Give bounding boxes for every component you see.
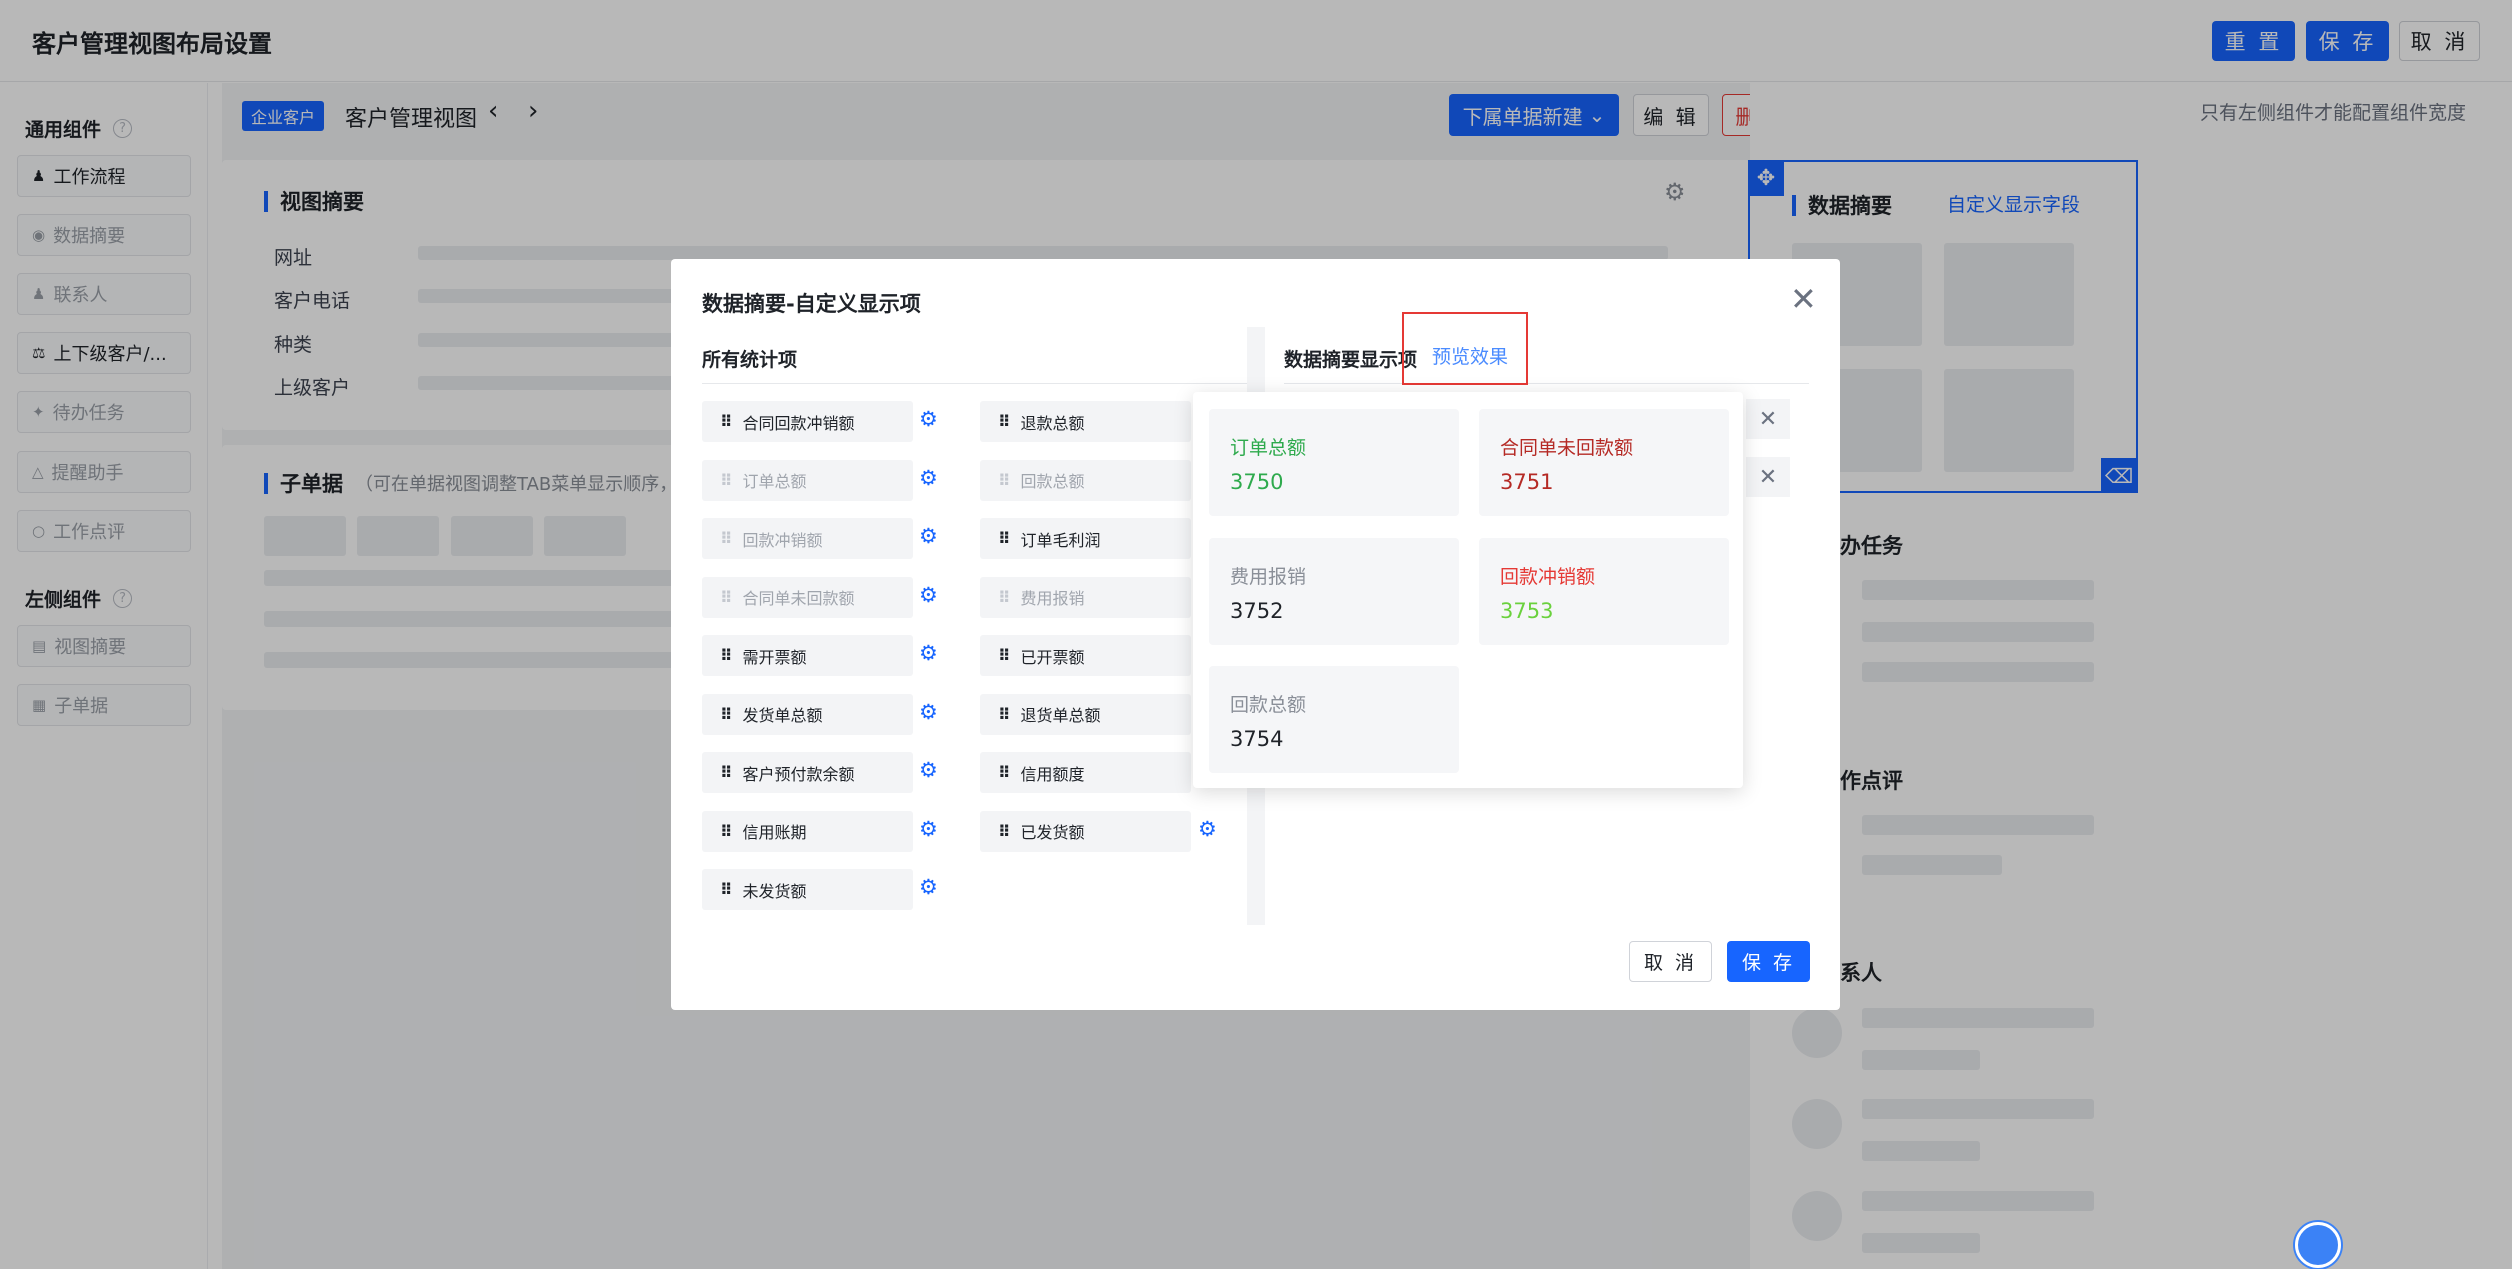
drag-handle-icon[interactable]: ⠿ xyxy=(720,529,732,548)
stat-item-label: 订单总额 xyxy=(742,472,807,491)
preview-card-label: 费用报销 xyxy=(1230,566,1307,588)
gear-icon[interactable]: ⚙ xyxy=(919,700,938,724)
stat-item[interactable]: ⠿ 合同单未回款额 xyxy=(702,576,913,618)
stat-item[interactable]: ⠿ 未发货额 xyxy=(702,869,913,910)
gear-icon[interactable]: ⚙ xyxy=(919,524,938,548)
stat-item-label: 已发货额 xyxy=(1020,823,1085,842)
stat-item[interactable]: ⠿ 订单总额 xyxy=(702,459,913,501)
stat-item[interactable]: ⠿ 订单毛利润 xyxy=(980,518,1191,559)
stat-item-label: 已开票额 xyxy=(1020,647,1085,667)
stat-item[interactable]: ⠿ 客户预付款余额 xyxy=(702,752,913,793)
stat-item-label: 合同单未回款额 xyxy=(742,589,855,608)
drag-handle-icon[interactable]: ⠿ xyxy=(720,471,732,490)
gear-icon[interactable]: ⚙ xyxy=(919,583,938,607)
gear-icon[interactable]: ⚙ xyxy=(919,817,938,841)
drag-handle-icon[interactable]: ⠿ xyxy=(720,412,732,431)
stat-item-label: 信用账期 xyxy=(742,823,807,842)
preview-card: 费用报销 3752 xyxy=(1209,538,1459,645)
preview-card: 合同单未回款额 3751 xyxy=(1479,409,1729,516)
stat-item[interactable]: ⠿ 费用报销 xyxy=(980,576,1191,618)
preview-card: 回款冲销额 3753 xyxy=(1479,538,1729,645)
assistant-float-button[interactable] xyxy=(2295,1222,2341,1268)
stat-item[interactable]: ⠿ 合同回款冲销额 xyxy=(702,401,913,442)
stat-item-label: 退款总额 xyxy=(1020,413,1085,433)
stat-item[interactable]: ⠿ 回款总额 xyxy=(980,459,1191,501)
stat-item-label: 退货单总额 xyxy=(1020,706,1101,725)
gear-icon[interactable]: ⚙ xyxy=(1198,817,1217,841)
stat-item-label: 发货单总额 xyxy=(742,706,823,725)
drag-handle-icon[interactable]: ⠿ xyxy=(720,822,732,841)
remove-item-icon[interactable]: ✕ xyxy=(1746,457,1790,497)
preview-card-value: 3750 xyxy=(1230,470,1284,494)
stat-item-label: 未发货额 xyxy=(742,881,807,901)
close-icon[interactable]: ✕ xyxy=(1790,280,1817,318)
stat-item[interactable]: ⠿ 已发货额 xyxy=(980,810,1191,852)
stat-item[interactable]: ⠿ 回款冲销额 xyxy=(702,518,913,559)
drag-handle-icon[interactable]: ⠿ xyxy=(998,471,1010,490)
drag-handle-icon[interactable]: ⠿ xyxy=(998,588,1010,607)
divider xyxy=(1284,383,1809,384)
drag-handle-icon[interactable]: ⠿ xyxy=(998,412,1010,431)
preview-card-value: 3751 xyxy=(1500,470,1554,494)
stat-item[interactable]: ⠿ 退货单总额 xyxy=(980,693,1191,735)
preview-card-label: 合同单未回款额 xyxy=(1500,437,1634,459)
drag-handle-icon[interactable]: ⠿ xyxy=(720,588,732,607)
stat-item-label: 客户预付款余额 xyxy=(742,764,855,784)
preview-card-label: 回款冲销额 xyxy=(1500,566,1596,588)
drag-handle-icon[interactable]: ⠿ xyxy=(720,763,732,782)
modal-save-button[interactable]: 保 存 xyxy=(1727,941,1810,982)
drag-handle-icon[interactable]: ⠿ xyxy=(720,646,732,665)
gear-icon[interactable]: ⚙ xyxy=(919,407,938,431)
stat-item[interactable]: ⠿ 退款总额 xyxy=(980,401,1191,442)
stat-item[interactable]: ⠿ 信用额度 xyxy=(980,752,1191,793)
stat-item[interactable]: ⠿ 发货单总额 xyxy=(702,693,913,735)
remove-item-icon[interactable]: ✕ xyxy=(1746,399,1790,439)
stat-item-label: 费用报销 xyxy=(1020,589,1085,608)
preview-card-value: 3752 xyxy=(1230,599,1284,623)
modal-title: 数据摘要-自定义显示项 xyxy=(702,292,921,316)
drag-handle-icon[interactable]: ⠿ xyxy=(720,880,732,899)
drag-handle-icon[interactable]: ⠿ xyxy=(998,646,1010,665)
stat-item-label: 回款总额 xyxy=(1020,472,1085,491)
modal-cancel-button[interactable]: 取 消 xyxy=(1629,941,1712,982)
display-items-title: 数据摘要显示项 xyxy=(1284,349,1418,371)
gear-icon[interactable]: ⚙ xyxy=(919,758,938,782)
stat-item-label: 信用额度 xyxy=(1020,764,1085,784)
drag-handle-icon[interactable]: ⠿ xyxy=(720,705,732,724)
stat-item[interactable]: ⠿ 已开票额 xyxy=(980,635,1191,676)
all-items-title: 所有统计项 xyxy=(702,349,798,371)
stat-item-label: 需开票额 xyxy=(742,647,807,667)
preview-card-value: 3754 xyxy=(1230,727,1284,751)
gear-icon[interactable]: ⚙ xyxy=(919,641,938,665)
drag-handle-icon[interactable]: ⠿ xyxy=(998,529,1010,548)
gear-icon[interactable]: ⚙ xyxy=(919,875,938,899)
stat-item-label: 回款冲销额 xyxy=(742,530,823,550)
stat-item[interactable]: ⠿ 需开票额 xyxy=(702,635,913,676)
preview-card: 订单总额 3750 xyxy=(1209,409,1459,516)
preview-card-label: 订单总额 xyxy=(1230,437,1307,459)
stat-item-label: 订单毛利润 xyxy=(1020,530,1101,550)
preview-card: 回款总额 3754 xyxy=(1209,666,1459,773)
drag-handle-icon[interactable]: ⠿ xyxy=(998,705,1010,724)
preview-highlight xyxy=(1402,312,1528,385)
drag-handle-icon[interactable]: ⠿ xyxy=(998,822,1010,841)
gear-icon[interactable]: ⚙ xyxy=(919,466,938,490)
drag-handle-icon[interactable]: ⠿ xyxy=(998,763,1010,782)
stat-item-label: 合同回款冲销额 xyxy=(742,413,855,433)
divider xyxy=(702,383,1250,384)
stat-item[interactable]: ⠿ 信用账期 xyxy=(702,810,913,852)
preview-card-value: 3753 xyxy=(1500,599,1554,623)
preview-card-label: 回款总额 xyxy=(1230,694,1307,716)
